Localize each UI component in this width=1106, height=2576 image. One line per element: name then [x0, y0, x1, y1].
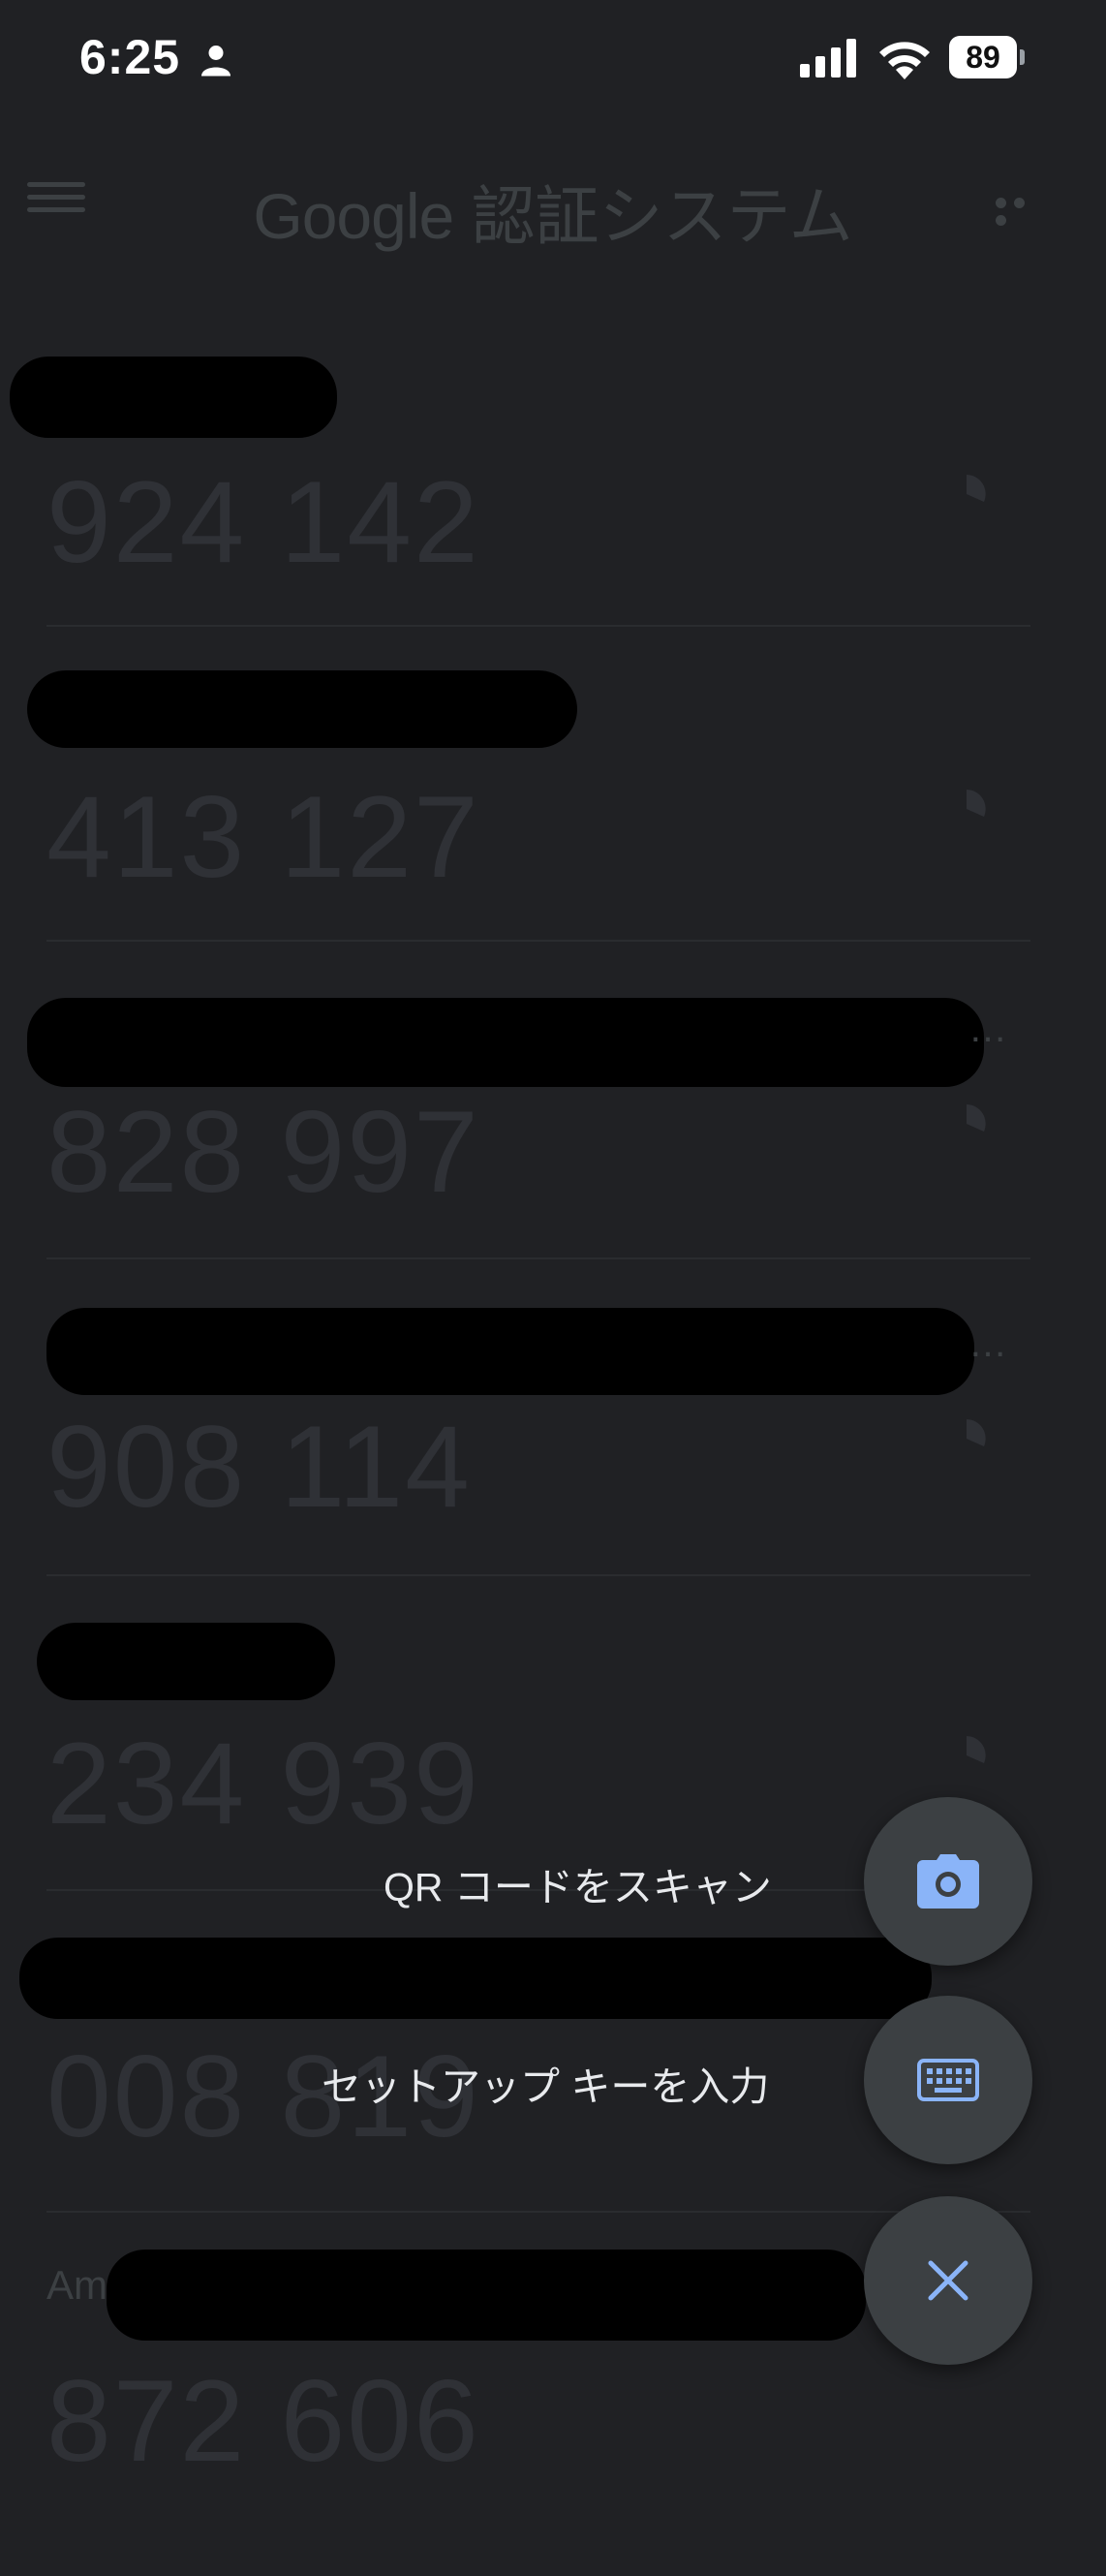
redaction-mark — [37, 1623, 335, 1700]
divider — [46, 1574, 1030, 1576]
redaction-mark — [27, 670, 577, 748]
app-title: Google 認証システム — [0, 165, 1106, 258]
scan-qr-button[interactable] — [864, 1797, 1032, 1966]
timer-icon — [967, 1736, 986, 1763]
timer-icon — [967, 475, 986, 502]
battery-level: 89 — [966, 40, 1000, 75]
keyboard-icon — [917, 2059, 979, 2101]
status-bar: 6:25 89 — [0, 0, 1106, 121]
divider — [46, 2211, 1030, 2213]
redaction-mark — [46, 1308, 974, 1395]
app-title-brand: Google — [253, 180, 454, 252]
close-fab-button[interactable] — [864, 2196, 1032, 2365]
truncation-ellipsis: … — [968, 1322, 1007, 1365]
divider — [46, 625, 1030, 627]
app-title-text: 認証システム — [471, 180, 853, 252]
battery-icon: 89 — [949, 36, 1025, 78]
redaction-mark — [19, 1938, 932, 2019]
divider — [46, 940, 1030, 942]
account-label: Am — [46, 2262, 108, 2308]
otp-code: 924 142 — [46, 457, 480, 587]
close-icon — [928, 2260, 968, 2301]
redaction-mark — [10, 357, 337, 438]
more-icon[interactable] — [996, 196, 1050, 226]
otp-code: 413 127 — [46, 772, 480, 902]
enter-setup-key-label[interactable]: セットアップ キーを入力 — [322, 2054, 769, 2112]
redaction-mark — [27, 998, 984, 1087]
signal-icon — [800, 39, 856, 78]
timer-icon — [967, 1419, 986, 1446]
status-time: 6:25 — [79, 30, 181, 84]
redaction-mark — [107, 2250, 866, 2341]
camera-icon — [917, 1854, 979, 1909]
otp-code: 828 997 — [46, 1087, 480, 1217]
wifi-icon — [879, 42, 930, 79]
timer-icon — [967, 1104, 986, 1132]
timer-icon — [967, 790, 986, 817]
otp-code: 872 606 — [46, 2356, 480, 2486]
otp-code: 234 939 — [46, 1719, 480, 1848]
truncation-ellipsis: … — [968, 1008, 1007, 1050]
person-icon — [201, 46, 230, 77]
enter-setup-key-button[interactable] — [864, 1996, 1032, 2164]
scan-qr-label[interactable]: QR コードをスキャン — [384, 1854, 772, 1912]
divider — [46, 1257, 1030, 1259]
otp-code: 908 114 — [46, 1402, 472, 1532]
